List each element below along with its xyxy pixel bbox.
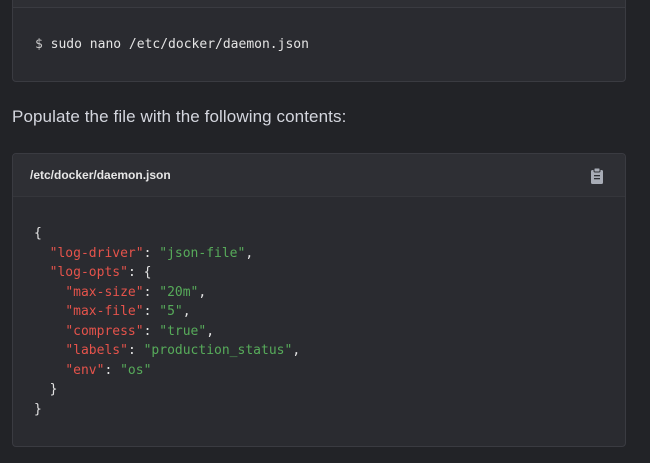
json-key: "log-driver" — [49, 245, 144, 261]
json-punctuation: : — [143, 304, 160, 319]
daemon-json-code-block: /etc/docker/daemon.json { "log-driver": … — [12, 153, 626, 447]
code-body[interactable]: { "log-driver": "json-file", "log-opts":… — [34, 224, 300, 419]
json-punctuation: : — [127, 343, 144, 358]
clipboard-icon[interactable] — [589, 167, 605, 185]
json-punctuation: } — [34, 382, 58, 397]
json-string: "production_status" — [143, 343, 293, 358]
json-punctuation — [34, 265, 50, 280]
code-line: { — [34, 224, 300, 244]
json-punctuation — [34, 343, 65, 358]
json-key: "log-opts" — [49, 265, 128, 280]
json-string: "os" — [120, 362, 152, 378]
code-block-header — [13, 0, 625, 8]
json-string: "20m" — [159, 284, 199, 300]
code-line: } — [34, 380, 300, 400]
json-punctuation — [34, 324, 65, 339]
command-code-block: $ sudo nano /etc/docker/daemon.json — [12, 0, 626, 82]
json-key: "max-size" — [65, 284, 144, 300]
json-punctuation — [34, 246, 50, 261]
json-punctuation: : — [143, 323, 160, 339]
code-line: "max-size": "20m", — [34, 283, 300, 303]
json-key: "env" — [65, 362, 105, 378]
code-line: "env": "os" — [34, 361, 300, 381]
json-punctuation — [34, 285, 65, 300]
shell-prompt: $ — [35, 37, 43, 52]
code-line: } — [34, 400, 300, 420]
code-line: "log-opts": { — [34, 263, 300, 283]
json-punctuation: : { — [127, 265, 152, 280]
command-line[interactable]: $ sudo nano /etc/docker/daemon.json — [35, 37, 309, 52]
json-punctuation: : — [104, 362, 121, 378]
code-line: "labels": "production_status", — [34, 341, 300, 361]
json-punctuation: , — [198, 284, 207, 300]
json-punctuation: , — [182, 304, 191, 319]
json-punctuation — [34, 304, 65, 319]
json-key: "labels" — [65, 343, 128, 358]
json-string: "5" — [159, 304, 183, 319]
json-punctuation: } — [34, 401, 42, 417]
code-line: "log-driver": "json-file", — [34, 244, 300, 264]
code-line: "max-file": "5", — [34, 302, 300, 322]
json-punctuation: , — [292, 343, 301, 358]
code-filename: /etc/docker/daemon.json — [30, 168, 171, 182]
json-punctuation: : — [143, 245, 160, 261]
json-punctuation: { — [34, 226, 42, 241]
json-string: "json-file" — [159, 245, 246, 261]
instruction-text: Populate the file with the following con… — [12, 107, 347, 126]
json-key: "max-file" — [65, 304, 144, 319]
json-punctuation: , — [206, 323, 215, 339]
json-punctuation — [34, 363, 65, 378]
json-punctuation: , — [245, 245, 254, 261]
json-key: "compress" — [65, 323, 144, 339]
code-block-header: /etc/docker/daemon.json — [13, 154, 625, 197]
json-punctuation: : — [143, 284, 160, 300]
code-line: "compress": "true", — [34, 322, 300, 342]
command-text[interactable]: sudo nano /etc/docker/daemon.json — [51, 37, 309, 52]
json-string: "true" — [159, 323, 207, 339]
